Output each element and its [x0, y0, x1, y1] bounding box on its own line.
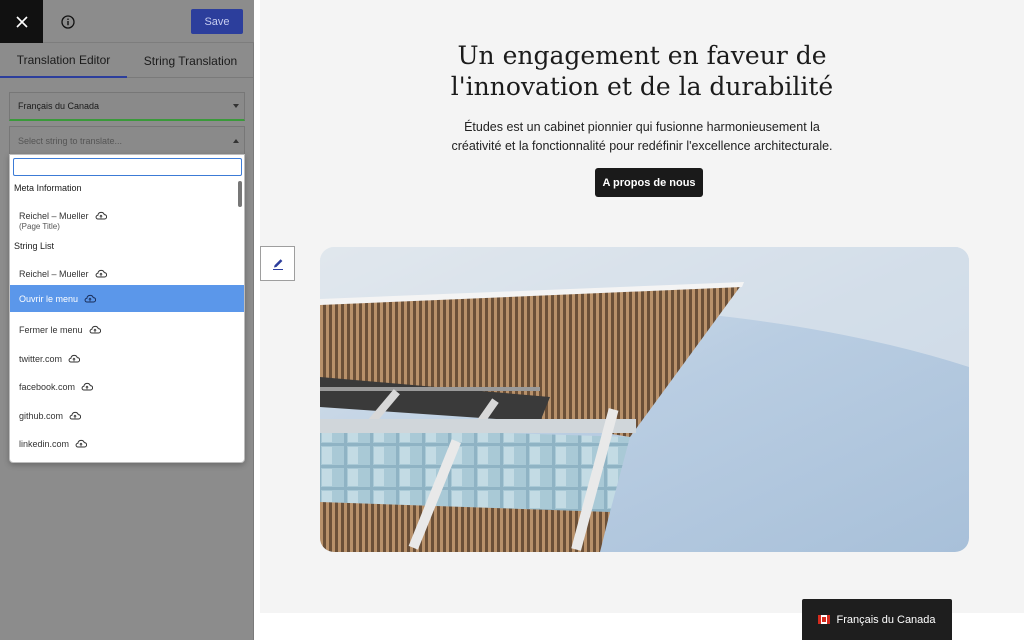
list-item[interactable]: Fermer le menu: [10, 316, 244, 343]
language-switcher-label: Français du Canada: [836, 613, 936, 626]
close-icon: [15, 15, 28, 28]
hero-title-line: l'innovation et de la durabilité: [450, 72, 834, 101]
group-label-strings: String List: [14, 241, 55, 251]
hero-title-line: Un engagement en faveur de: [457, 41, 827, 70]
list-item[interactable]: twitter.com: [10, 345, 244, 372]
language-switcher[interactable]: Français du Canada: [802, 599, 952, 640]
edit-translation-button[interactable]: [260, 246, 295, 281]
hero-description: Études est un cabinet pionnier qui fusio…: [260, 118, 1024, 156]
tab-translation-editor[interactable]: Translation Editor: [0, 44, 127, 78]
editor-tabs: Translation Editor String Translation: [0, 44, 254, 78]
cloud-upload-icon: [95, 269, 107, 278]
list-item[interactable]: facebook.com: [10, 373, 244, 400]
list-item-label: Ouvrir le menu: [19, 293, 79, 304]
list-item-label: github.com: [19, 410, 64, 421]
hero-description-line: Études est un cabinet pionnier qui fusio…: [464, 120, 820, 134]
pencil-icon: [272, 258, 283, 270]
list-item-label: facebook.com: [19, 381, 76, 392]
chevron-up-icon: [233, 138, 239, 143]
string-select[interactable]: Select string to translate...: [9, 126, 245, 155]
cloud-upload-icon: [89, 325, 101, 334]
about-us-button[interactable]: A propos de nous: [595, 168, 703, 197]
list-item-label: linkedin.com: [19, 438, 70, 449]
cloud-upload-icon: [95, 211, 107, 220]
list-item[interactable]: Reichel – Mueller (Page Title): [10, 203, 244, 235]
close-button[interactable]: [0, 0, 43, 43]
architecture-photo: [320, 247, 969, 552]
group-label-meta: Meta Information: [14, 183, 82, 193]
string-select-placeholder: Select string to translate...: [18, 135, 123, 146]
translation-sidebar: Save Translation Editor String Translati…: [0, 0, 254, 640]
list-item-selected[interactable]: Ouvrir le menu: [10, 285, 244, 312]
string-dropdown: Meta Information Reichel – Mueller (Page…: [9, 154, 245, 463]
hero-description-line: créativité et la fonctionnalité pour red…: [451, 139, 833, 153]
language-select-value: Français du Canada: [18, 101, 100, 111]
tab-string-translation[interactable]: String Translation: [127, 44, 254, 78]
list-item-label: Fermer le menu: [19, 324, 83, 335]
sidebar-toolbar: Save: [0, 0, 254, 43]
cloud-upload-icon: [81, 382, 94, 391]
list-item[interactable]: Reichel – Mueller: [10, 260, 244, 287]
chevron-down-icon: [233, 104, 239, 108]
cloud-upload-icon: [84, 294, 97, 303]
dropdown-search-input[interactable]: [13, 158, 242, 176]
list-item-label: Reichel – Mueller: [19, 211, 89, 221]
list-item-label: twitter.com: [19, 353, 63, 364]
list-item-label: Reichel – Mueller: [19, 268, 89, 279]
list-item-sublabel: (Page Title): [19, 222, 60, 231]
save-button[interactable]: Save: [191, 9, 243, 34]
cloud-upload-icon: [68, 354, 81, 363]
flag-canada-icon: [818, 615, 831, 624]
language-select[interactable]: Français du Canada: [9, 92, 245, 121]
cloud-upload-icon: [75, 439, 88, 448]
list-item[interactable]: github.com: [10, 402, 244, 429]
info-button[interactable]: [58, 12, 78, 32]
list-item[interactable]: linkedin.com: [10, 430, 244, 457]
info-icon: [61, 15, 75, 29]
hero-title: Un engagement en faveur de l'innovation …: [260, 40, 1024, 102]
cloud-upload-icon: [69, 411, 82, 420]
